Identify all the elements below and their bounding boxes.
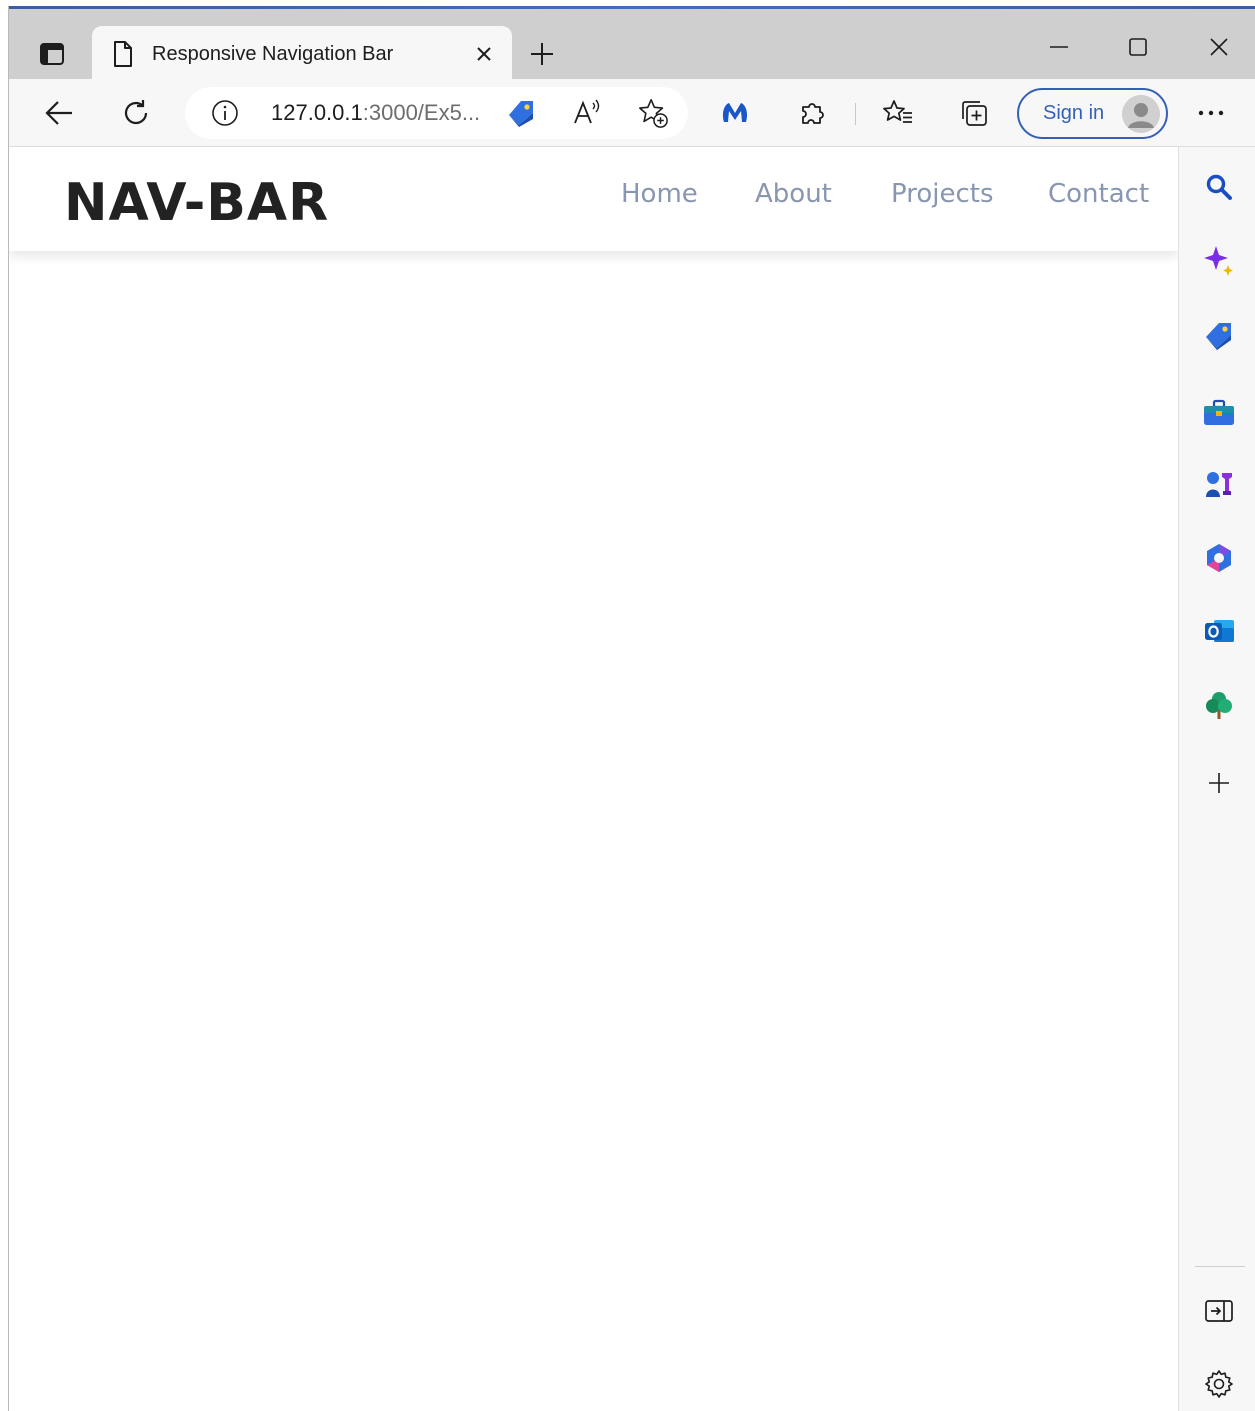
sidebar-drop-button[interactable] <box>1200 686 1238 724</box>
url-text[interactable]: 127.0.0.1:3000/Ex5... <box>271 100 480 126</box>
sidebar-tools-button[interactable] <box>1200 394 1238 432</box>
maximize-button[interactable] <box>1118 29 1158 65</box>
read-aloud-button[interactable] <box>571 97 603 129</box>
page-viewport: NAV-BAR Home About Projects Contact <box>9 147 1178 1411</box>
malwarebytes-icon <box>722 103 748 122</box>
tab-strip: Responsive Navigation Bar <box>9 9 1255 82</box>
sidebar-microsoft-365-button[interactable] <box>1200 539 1238 577</box>
site-navbar: NAV-BAR Home About Projects Contact <box>9 147 1178 251</box>
collections-icon <box>962 101 987 126</box>
add-icon <box>1209 773 1229 793</box>
sidebar-search-button[interactable] <box>1200 168 1238 206</box>
coupons-button[interactable] <box>505 97 537 129</box>
sidebar-divider <box>1195 1266 1245 1267</box>
tab-title: Responsive Navigation Bar <box>152 42 394 65</box>
extensions-button[interactable] <box>793 93 833 133</box>
tools-icon <box>1204 399 1234 425</box>
settings-icon <box>1205 1370 1233 1398</box>
tag-icon <box>509 101 533 127</box>
info-icon <box>212 100 238 126</box>
sidebar-settings-button[interactable] <box>1200 1365 1238 1403</box>
site-info-button[interactable] <box>211 99 239 127</box>
sidebar-add-button[interactable] <box>1200 764 1238 802</box>
page-icon <box>114 41 132 67</box>
address-bar[interactable]: 127.0.0.1:3000/Ex5... <box>185 87 688 139</box>
copilot-sparkle-icon <box>1204 246 1233 276</box>
back-button[interactable] <box>39 93 79 133</box>
refresh-icon <box>124 100 148 125</box>
maximize-icon <box>1129 38 1147 56</box>
tab-actions-button[interactable] <box>27 31 77 77</box>
tab-close-button[interactable] <box>470 40 498 68</box>
avatar <box>1122 95 1160 133</box>
refresh-button[interactable] <box>116 93 156 133</box>
tab-active[interactable]: Responsive Navigation Bar <box>92 26 512 82</box>
shopping-tag-icon <box>1206 323 1231 350</box>
url-host: 127.0.0.1 <box>271 100 363 125</box>
url-path: :3000/Ex5... <box>362 100 481 125</box>
sidebar-shopping-button[interactable] <box>1200 316 1238 354</box>
star-plus-icon <box>639 99 668 128</box>
minimize-icon <box>1050 46 1068 48</box>
toolbar-divider <box>855 103 856 125</box>
new-tab-button[interactable] <box>525 37 559 71</box>
settings-and-more-button[interactable] <box>1191 93 1231 133</box>
close-icon <box>477 47 491 61</box>
close-icon <box>1210 38 1228 56</box>
malwarebytes-extension-button[interactable] <box>715 93 755 133</box>
outlook-icon <box>1205 620 1234 642</box>
user-avatar-icon <box>1122 95 1160 133</box>
sidebar-outlook-button[interactable] <box>1200 612 1238 650</box>
games-icon <box>1206 472 1232 497</box>
nav-link-contact[interactable]: Contact <box>1048 179 1149 209</box>
more-icon <box>1198 110 1224 116</box>
window-close-button[interactable] <box>1199 29 1239 65</box>
nav-link-projects[interactable]: Projects <box>891 179 994 209</box>
puzzle-icon <box>802 103 824 124</box>
favorites-icon <box>883 100 912 123</box>
sidebar-hide-button[interactable] <box>1200 1292 1238 1330</box>
read-aloud-icon <box>574 99 600 124</box>
collections-button[interactable] <box>954 93 994 133</box>
sign-in-label: Sign in <box>1043 102 1105 124</box>
plus-icon <box>531 43 553 65</box>
tab-actions-icon <box>40 43 64 65</box>
add-favorite-button[interactable] <box>637 97 669 129</box>
microsoft-365-icon <box>1207 544 1231 572</box>
search-icon <box>1206 174 1232 200</box>
edge-sidebar <box>1178 147 1255 1411</box>
browser-toolbar: 127.0.0.1:3000/Ex5... Sign in <box>9 79 1255 147</box>
hide-sidebar-icon <box>1205 1300 1233 1322</box>
favorites-button[interactable] <box>878 93 918 133</box>
back-arrow-icon <box>45 101 72 125</box>
browser-window: Responsive Navigation Bar 127.0.0.1:3000… <box>8 6 1255 1411</box>
sign-in-button[interactable]: Sign in <box>1017 88 1168 139</box>
nav-link-about[interactable]: About <box>755 179 832 209</box>
sidebar-copilot-button[interactable] <box>1200 242 1238 280</box>
minimize-button[interactable] <box>1039 29 1079 65</box>
drop-tree-icon <box>1206 692 1232 719</box>
nav-link-home[interactable]: Home <box>621 179 698 209</box>
sidebar-games-button[interactable] <box>1200 465 1238 503</box>
nav-links: Home About Projects Contact <box>9 179 1178 219</box>
